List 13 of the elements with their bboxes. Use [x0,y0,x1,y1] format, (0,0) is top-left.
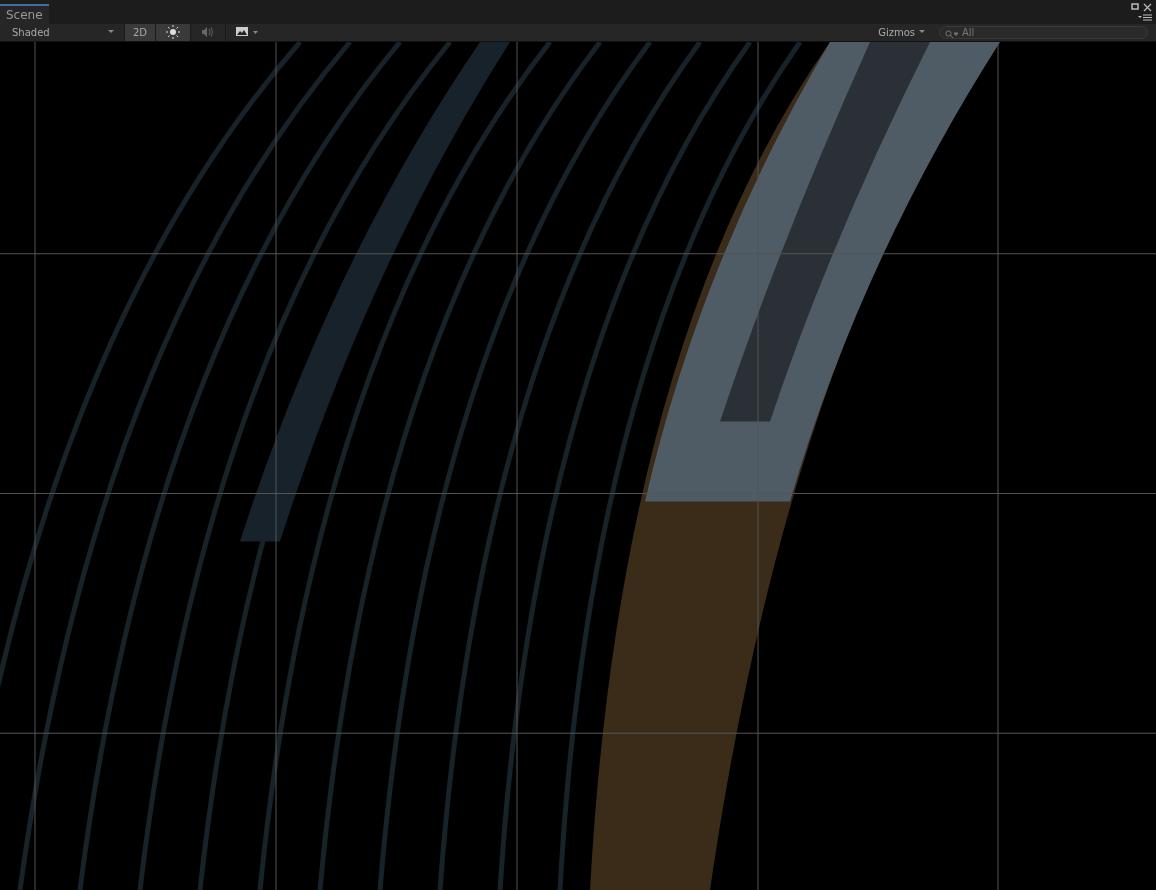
close-icon[interactable] [1143,3,1152,12]
draw-mode-dropdown[interactable]: Shaded [0,23,120,41]
image-icon [236,26,259,38]
menu-icon[interactable] [1138,14,1152,22]
scene-tab[interactable]: Scene [0,3,49,24]
speaker-icon [201,26,216,39]
maximize-icon[interactable] [1131,3,1139,11]
sun-icon [166,25,181,40]
caret-icon [108,30,114,35]
caret-icon [919,30,925,35]
search-icon[interactable] [945,29,959,39]
search-field[interactable]: All [939,25,1148,39]
gizmos-dropdown[interactable]: Gizmos [868,23,931,41]
